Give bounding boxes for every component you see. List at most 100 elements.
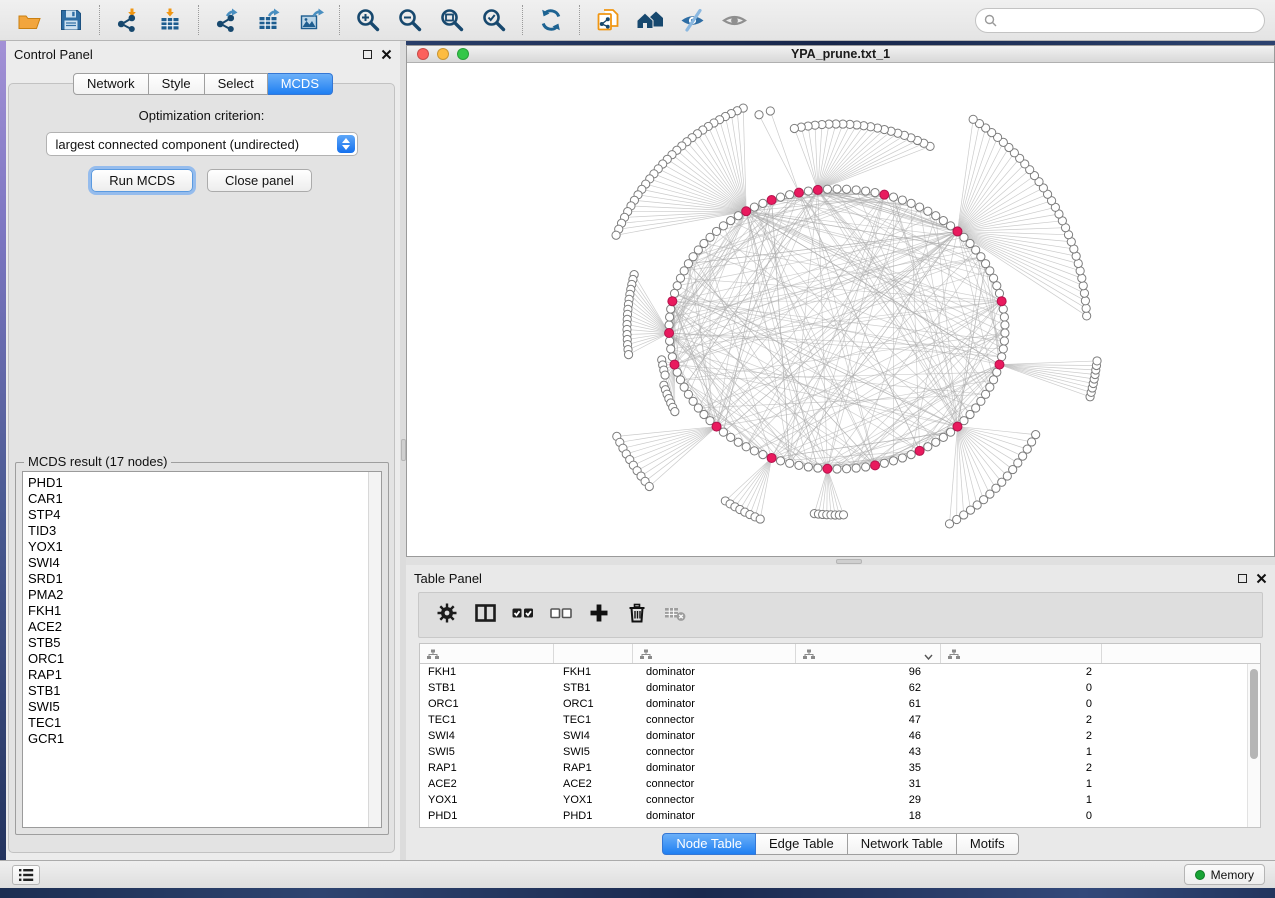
table-row[interactable]: ACE2ACE2connector311: [420, 776, 1260, 792]
mcds-result-item[interactable]: ORC1: [28, 651, 368, 667]
ring-node: [993, 282, 1001, 290]
deselect-all-button[interactable]: [546, 598, 576, 632]
mcds-result-item[interactable]: PHD1: [28, 475, 368, 491]
export-network-button[interactable]: [206, 3, 248, 37]
ring-node: [706, 233, 714, 241]
table-row[interactable]: ORC1ORC1dominator610: [420, 696, 1260, 712]
save-session-button[interactable]: [50, 3, 92, 37]
table-row[interactable]: PHD1PHD1dominator180: [420, 808, 1260, 824]
cell-mcds_role: dominator: [633, 730, 796, 742]
table-row[interactable]: TEC1TEC1connector472: [420, 712, 1260, 728]
float-table-panel-icon[interactable]: [1238, 574, 1247, 583]
search-input[interactable]: [1002, 13, 1256, 27]
cell-predecessor_nodes: 1: [941, 794, 1102, 806]
add-entry-button[interactable]: [584, 598, 614, 632]
table-row[interactable]: STB1STB1dominator620: [420, 680, 1260, 696]
ring-node: [814, 464, 822, 472]
column-header-MCDS-role[interactable]: [633, 644, 796, 663]
split-panel-button[interactable]: [470, 598, 500, 632]
close-panel-icon[interactable]: [381, 49, 392, 60]
zoom-out-button[interactable]: [389, 3, 431, 37]
mcds-result-item[interactable]: CAR1: [28, 491, 368, 507]
import-table-button[interactable]: [149, 3, 191, 37]
column-header-predecessor-nodes[interactable]: [941, 644, 1102, 663]
horizontal-splitter[interactable]: [406, 557, 1275, 565]
mcds-result-item[interactable]: FKH1: [28, 603, 368, 619]
criterion-select[interactable]: largest connected component (undirected): [46, 132, 358, 156]
ring-node: [666, 313, 674, 321]
network-canvas[interactable]: [407, 63, 1274, 556]
mcds-result-item[interactable]: ACE2: [28, 619, 368, 635]
column-header-shared-name[interactable]: [420, 644, 554, 663]
zoom-fit-button[interactable]: [431, 3, 473, 37]
leaf-node: [624, 350, 632, 358]
tab-select[interactable]: Select: [205, 73, 268, 95]
duplicate-network-button[interactable]: [587, 3, 629, 37]
close-panel-button[interactable]: Close panel: [207, 169, 312, 192]
column-header-name[interactable]: [554, 644, 633, 663]
horizontal-splitter-grip[interactable]: [836, 559, 862, 564]
mcds-result-group: MCDS result (17 nodes) PHD1CAR1STP4TID3Y…: [15, 462, 389, 835]
table-row[interactable]: RAP1RAP1dominator352: [420, 760, 1260, 776]
ring-node: [852, 464, 860, 472]
panel-menu-button[interactable]: [12, 865, 40, 885]
mcds-result-item[interactable]: SWI4: [28, 555, 368, 571]
tab-edge-table[interactable]: Edge Table: [756, 833, 848, 855]
mcds-result-item[interactable]: STB5: [28, 635, 368, 651]
ring-node: [734, 438, 742, 446]
network-window-titlebar: YPA_prune.txt_1: [407, 46, 1274, 63]
search-box[interactable]: [975, 8, 1265, 33]
mcds-result-item[interactable]: SWI5: [28, 699, 368, 715]
table-scrollbar[interactable]: [1247, 664, 1260, 827]
close-table-panel-icon[interactable]: [1256, 573, 1267, 584]
tab-motifs[interactable]: Motifs: [957, 833, 1019, 855]
settings-button[interactable]: [432, 598, 462, 632]
tab-style[interactable]: Style: [149, 73, 205, 95]
table-row[interactable]: SWI4SWI4dominator462: [420, 728, 1260, 744]
ring-node: [750, 447, 758, 455]
tab-network[interactable]: Network: [73, 73, 149, 95]
float-panel-icon[interactable]: [363, 50, 372, 59]
mcds-result-item[interactable]: TID3: [28, 523, 368, 539]
mcds-result-item[interactable]: STP4: [28, 507, 368, 523]
ring-node: [700, 239, 708, 247]
show-panels-button[interactable]: [713, 3, 755, 37]
export-table-button[interactable]: [248, 3, 290, 37]
cell-predecessor_nodes: 2: [941, 666, 1102, 678]
mcds-list-scrollbar[interactable]: [368, 472, 381, 827]
hide-panels-button[interactable]: [671, 3, 713, 37]
cell-mcds_role: connector: [633, 746, 796, 758]
mcds-result-item[interactable]: GCR1: [28, 731, 368, 747]
tab-network-table[interactable]: Network Table: [848, 833, 957, 855]
tab-mcds[interactable]: MCDS: [268, 73, 333, 95]
table-row[interactable]: FKH1FKH1dominator962: [420, 664, 1260, 680]
ring-node: [932, 212, 940, 220]
leaf-node: [1082, 304, 1090, 312]
run-mcds-button[interactable]: Run MCDS: [91, 169, 193, 192]
home-view-button[interactable]: [629, 3, 671, 37]
column-header-successor-nodes[interactable]: [796, 644, 941, 663]
memory-button[interactable]: Memory: [1184, 864, 1265, 885]
attribute-icon: [427, 649, 439, 663]
zoom-selected-button[interactable]: [473, 3, 515, 37]
mcds-result-item[interactable]: RAP1: [28, 667, 368, 683]
vertical-splitter-grip[interactable]: [401, 439, 406, 461]
mcds-hub-node: [995, 360, 1004, 369]
refresh-view-button[interactable]: [530, 3, 572, 37]
mcds-result-item[interactable]: YOX1: [28, 539, 368, 555]
mcds-result-item[interactable]: STB1: [28, 683, 368, 699]
mcds-result-item[interactable]: PMA2: [28, 587, 368, 603]
export-image-button[interactable]: [290, 3, 332, 37]
open-file-button[interactable]: [8, 3, 50, 37]
zoom-in-button[interactable]: [347, 3, 389, 37]
mcds-result-item[interactable]: SRD1: [28, 571, 368, 587]
table-scrollbar-thumb[interactable]: [1250, 669, 1258, 759]
mcds-result-item[interactable]: TEC1: [28, 715, 368, 731]
table-row[interactable]: SWI5SWI5connector431: [420, 744, 1260, 760]
table-row[interactable]: YOX1YOX1connector291: [420, 792, 1260, 808]
tab-node-table[interactable]: Node Table: [662, 833, 756, 855]
desktop-wallpaper-bottom: [0, 888, 1275, 898]
select-all-button[interactable]: [508, 598, 538, 632]
delete-entry-button[interactable]: [622, 598, 652, 632]
import-network-button[interactable]: [107, 3, 149, 37]
